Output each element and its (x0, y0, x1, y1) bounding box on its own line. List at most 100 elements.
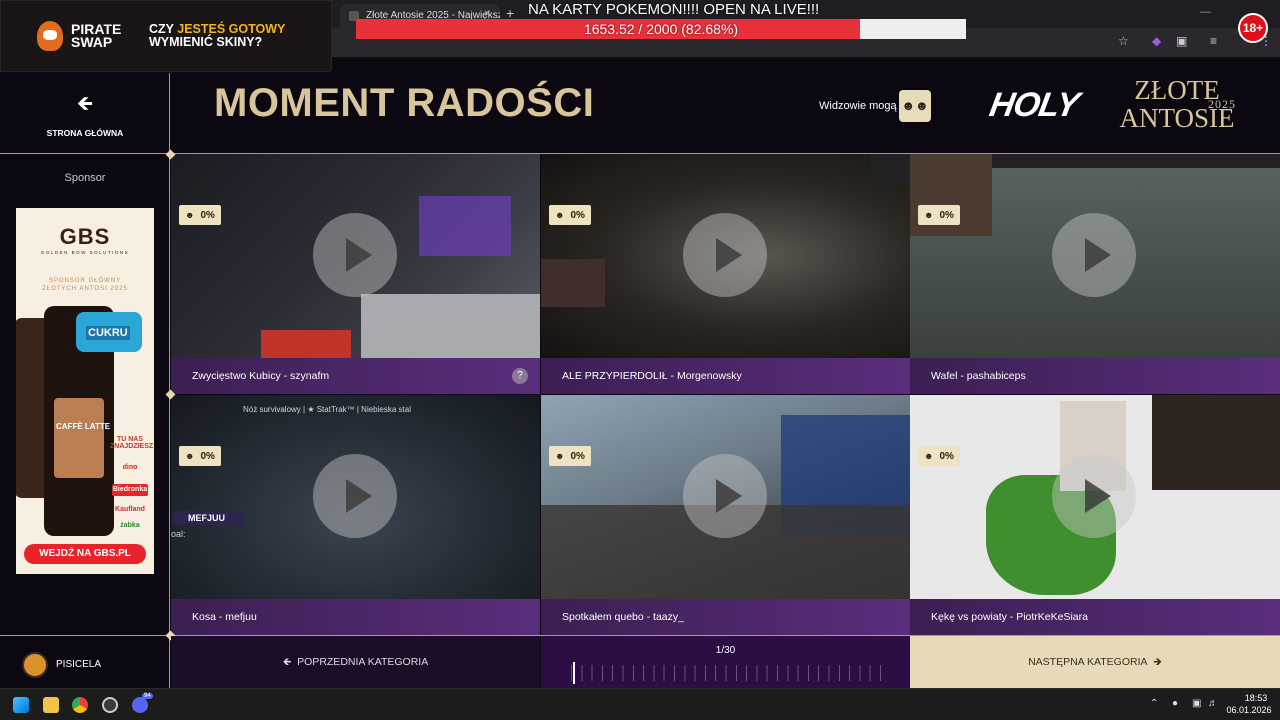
clip-title: ALE PRZYPIERDOLIŁ - Morgenowsky (541, 358, 910, 394)
users-icon: ☻ (924, 451, 934, 461)
viewers-label: Widzowie mogą (819, 100, 897, 112)
vote-percent: 0% (200, 210, 215, 221)
start-icon[interactable] (13, 697, 29, 713)
store-biedronka: Biedronka (112, 484, 148, 496)
clip-card[interactable]: ☻ 0% Zwycięstwo Kubicy - szynafm ? (171, 154, 540, 394)
clip-card[interactable]: ☻ 0% ALE PRZYPIERDOLIŁ - Morgenowsky (541, 154, 910, 394)
viewers-button[interactable]: ☻☻ (899, 90, 931, 122)
clock-date[interactable]: 06.01.2026 (1222, 705, 1276, 715)
chrome-icon[interactable] (72, 697, 88, 713)
thumb-overlay (541, 259, 605, 307)
users-icon: ☻ (185, 210, 195, 220)
stream-goal-bar: 1653.52 / 2000 (82.68%) (356, 19, 966, 39)
slogan-post: WYMIENIĆ SKINY? (149, 35, 263, 49)
back-to-home-button[interactable]: 🡸 STRONA GŁÓWNA (0, 73, 170, 153)
vote-percent-badge: ☻ 0% (179, 205, 221, 225)
star-icon[interactable]: ☆ (1118, 34, 1129, 48)
play-button[interactable] (313, 213, 397, 297)
store-kaufland: Kaufland (115, 506, 145, 513)
arrow-left-icon: 🡸 (76, 93, 94, 115)
clip-card[interactable]: ☻ 0% Spotkałem quebo - taazy_ (541, 395, 910, 635)
vote-percent: 0% (570, 210, 585, 221)
pirate-logo-icon (37, 21, 63, 51)
network-icon[interactable]: ▣ (1192, 698, 1201, 709)
vote-percent-badge: ☻ 0% (549, 446, 591, 466)
gbs-brand: GBS (59, 224, 111, 249)
clock-time[interactable]: 18:53 (1236, 693, 1276, 703)
can-label (54, 398, 104, 478)
thumb-overlay (1152, 395, 1280, 490)
promo-banner[interactable]: PIRATE SWAP CZY JESTEŚ GOTOWY WYMIENIĆ S… (0, 0, 332, 72)
vote-percent-badge: ☻ 0% (179, 446, 221, 466)
previous-category-button[interactable]: 🡸 POPRZEDNIA KATEGORIA (171, 636, 540, 688)
user-name: PISICELA (56, 659, 102, 670)
store-zabka: żabka (120, 522, 140, 529)
clip-card[interactable]: ☻ 0% Wafel - pashabiceps (910, 154, 1280, 394)
vote-percent: 0% (570, 451, 585, 462)
puzzle-icon[interactable]: ▣ (1176, 34, 1187, 48)
thumb-overlay (992, 154, 1280, 168)
holy-logo: HOLY (986, 86, 1082, 124)
minimize-icon[interactable]: — (1200, 6, 1211, 18)
sponsor-cta[interactable]: WEJDŹ NA GBS.PL (24, 544, 146, 564)
vote-percent-badge: ☻ 0% (549, 205, 591, 225)
age-badge: 18+ (1238, 13, 1268, 43)
page-indicator: 1/30 (715, 645, 736, 656)
next-category-label: NASTĘPNA KATEGORIA (1028, 656, 1148, 668)
media-icon[interactable]: ≡ (1210, 34, 1217, 48)
slogan-pre: CZY (149, 22, 178, 36)
play-button[interactable] (313, 454, 397, 538)
item-caption: Nóż survivalowy | ★ StatTrak™ | Niebiesk… (243, 405, 411, 414)
gbs-sponsor-line: SPONSOR GŁÓWNY (48, 278, 122, 284)
clip-title: Wafel - pashabiceps (910, 358, 1280, 394)
volume-icon[interactable]: ♬ (1208, 698, 1218, 709)
gbs-event-line: ZŁOTYCH ANTOSI 2025 (42, 286, 128, 292)
clip-title: Zwycięstwo Kubicy - szynafm (171, 358, 540, 394)
users-icon: ☻ (555, 451, 565, 461)
pagination-current-marker (573, 662, 575, 684)
pagination-track[interactable] (571, 665, 881, 681)
play-button[interactable] (683, 454, 767, 538)
stores-heading: TU NAS ZNAJDZIESZ (110, 436, 154, 450)
vote-percent-badge: ☻ 0% (918, 205, 960, 225)
store-dino: dino (122, 464, 138, 471)
clip-title: Kosa - mefjuu (171, 599, 540, 635)
thumb-overlay (261, 330, 351, 358)
play-button[interactable] (683, 213, 767, 297)
vote-percent: 0% (939, 210, 954, 221)
sponsor-banner[interactable]: GBS GOLDEN BOW SOLUTIONS SPONSOR GŁÓWNY … (16, 208, 154, 574)
previous-category-label: POPRZEDNIA KATEGORIA (297, 656, 429, 668)
microphone-icon[interactable]: ● (1172, 698, 1178, 709)
extension-icon[interactable]: ◆ (1152, 34, 1161, 48)
help-icon[interactable]: ? (512, 368, 528, 384)
taskbar: 94 ⌃ ● ▣ ♬ 18:53 06.01.2026 (0, 688, 1280, 720)
obs-icon[interactable] (102, 697, 118, 713)
app-root: 🡸 STRONA GŁÓWNA MOMENT RADOŚCI Widzowie … (0, 58, 1280, 688)
gbs-brand-sub: GOLDEN BOW SOLUTIONS (40, 250, 130, 255)
back-label: STRONA GŁÓWNA (46, 128, 124, 138)
vote-percent-badge: ☻ 0% (918, 446, 960, 466)
vote-percent: 0% (200, 451, 215, 462)
stream-goal-progress: 1653.52 / 2000 (82.68%) (583, 21, 739, 37)
thumb-overlay (361, 294, 540, 358)
stream-goal-title: NA KARTY POKEMON!!!! OPEN NA LIVE!!! (528, 1, 820, 18)
file-explorer-icon[interactable] (43, 697, 59, 713)
pagination: 1/30 (541, 636, 910, 688)
overlay-text: oal: (171, 529, 186, 539)
thumb-overlay (871, 154, 910, 184)
arrow-left-icon: 🡸 (282, 656, 298, 668)
discord-icon[interactable] (132, 697, 148, 713)
can-text: CUKRU (86, 326, 130, 340)
users-icon: ☻☻ (901, 98, 929, 113)
next-category-button[interactable]: NASTĘPNA KATEGORIA 🡺 (910, 636, 1280, 688)
avatar[interactable] (22, 652, 48, 678)
clip-card[interactable]: Nóż survivalowy | ★ StatTrak™ | Niebiesk… (171, 395, 540, 635)
clip-card[interactable]: ☻ 0% Kękę vs powiaty - PiotrKeKeSiara (910, 395, 1280, 635)
notification-count: 94 (142, 693, 153, 699)
play-button[interactable] (1052, 454, 1136, 538)
vote-percent: 0% (939, 451, 954, 462)
clip-title: Spotkałem quebo - taazy_ (541, 599, 910, 635)
flavor-text: CAFFÈ LATTE (56, 422, 111, 431)
chevron-up-icon[interactable]: ⌃ (1150, 698, 1158, 709)
play-button[interactable] (1052, 213, 1136, 297)
